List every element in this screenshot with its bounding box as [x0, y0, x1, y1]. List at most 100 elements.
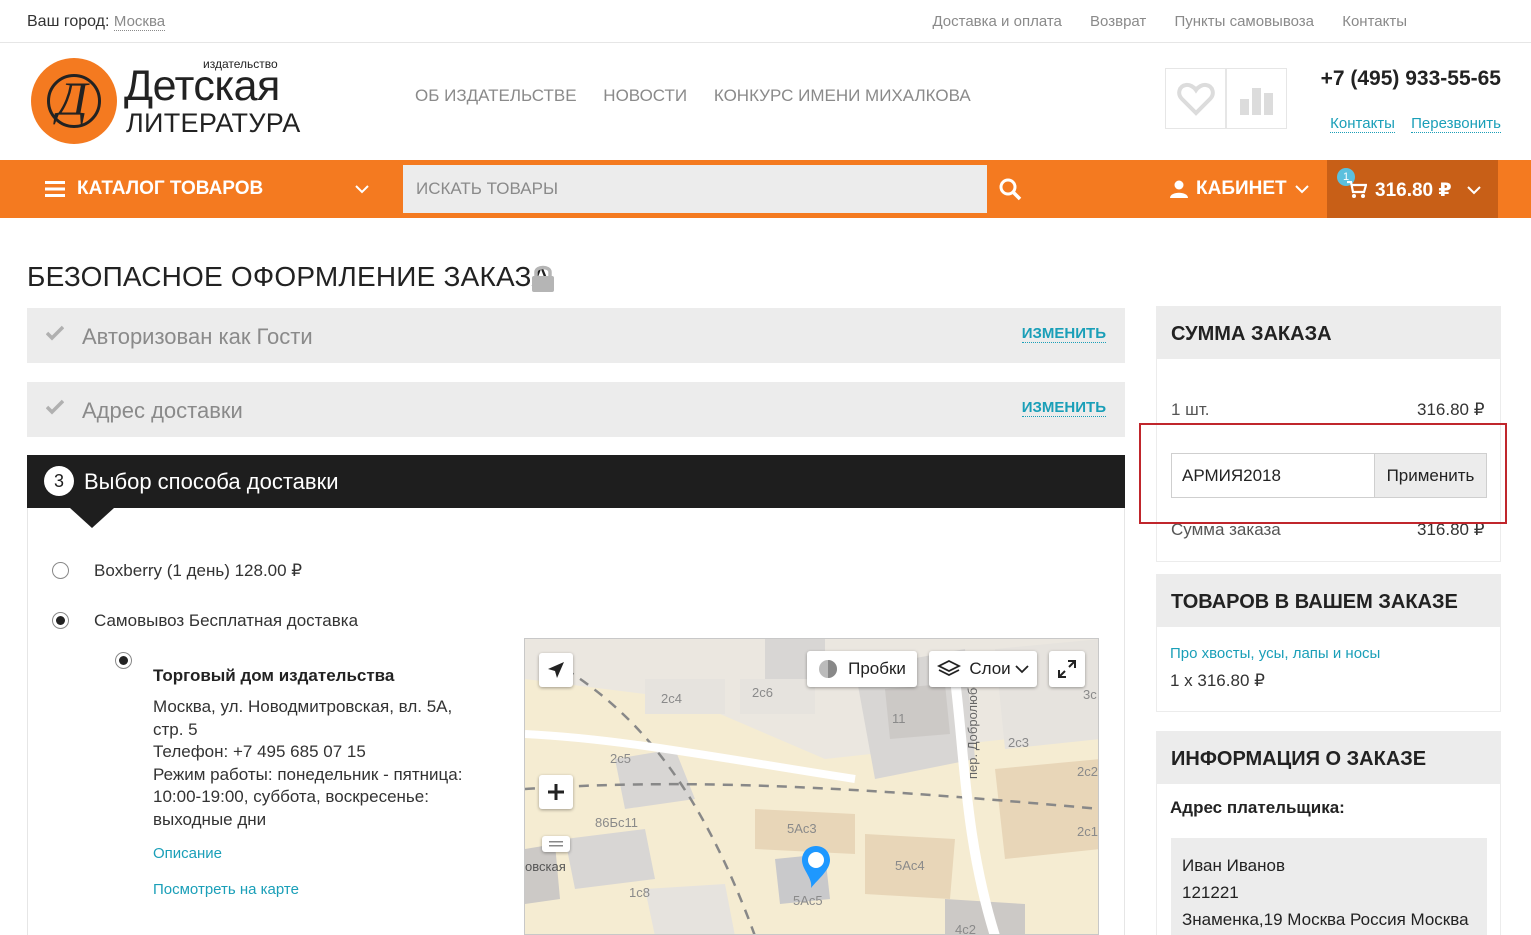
sum-qty-value: 316.80 ₽ — [1417, 400, 1485, 419]
step-address-label: Адрес доставки — [82, 398, 243, 423]
radio-store[interactable] — [115, 652, 132, 669]
map-label: 11 — [892, 711, 906, 726]
order-items-title: ТОВАРОВ В ВАШЕМ ЗАКАЗЕ — [1157, 575, 1500, 627]
top-link-return[interactable]: Возврат — [1090, 13, 1146, 30]
chevron-down-icon — [1015, 665, 1029, 674]
step-delivery-label: Выбор способа доставки — [84, 469, 339, 494]
logo-subtitle: ЛИТЕРАТУРА — [126, 108, 301, 138]
map-label: 1с8 — [629, 885, 650, 900]
page-title: БЕЗОПАСНОЕ ОФОРМЛЕНИЕ ЗАКАЗА — [27, 261, 551, 292]
nav-about[interactable]: ОБ ИЗДАТЕЛЬСТВЕ — [415, 86, 577, 105]
search-input[interactable] — [403, 165, 987, 213]
payer-address-box: Иван Иванов 121221 Знаменка,19 Москва Ро… — [1171, 838, 1487, 935]
logo-emblem[interactable]: Д — [31, 58, 117, 144]
store-address: Москва, ул. Новодмитровская, вл. 5А, стр… — [153, 697, 453, 739]
expand-icon — [1058, 660, 1076, 678]
payer-zip: 121221 — [1182, 883, 1239, 902]
top-bar: Ваш город: Москва Доставка и оплата Возв… — [0, 0, 1531, 43]
step-auth-label: Авторизован как Гости — [82, 324, 313, 349]
logo-title[interactable]: Детская — [124, 62, 280, 110]
map-label: 2с2 — [1077, 764, 1098, 779]
option-pickup-label[interactable]: Самовывоз Бесплатная доставка — [94, 611, 358, 631]
store-name: Торговый дом издательства — [153, 666, 395, 685]
map-label: 5Ас5 — [793, 893, 823, 908]
top-link-pickup[interactable]: Пункты самовывоза — [1174, 13, 1314, 30]
top-link-contacts[interactable]: Контакты — [1342, 13, 1407, 30]
bar-chart-icon — [1239, 87, 1273, 115]
nav-contest[interactable]: КОНКУРС ИМЕНИ МИХАЛКОВА — [714, 86, 971, 105]
step-address-change-link[interactable]: ИЗМЕНИТЬ — [1021, 399, 1106, 417]
option-boxberry-label[interactable]: Boxberry (1 день) 128.00 ₽ — [94, 561, 302, 581]
zoom-slider-handle[interactable] — [542, 836, 570, 852]
order-sum-title: СУММА ЗАКАЗА — [1157, 307, 1500, 359]
city-label: Ваш город: — [27, 13, 110, 30]
pickup-map[interactable]: 2с4 2с6 11 2с3 2с5 5Ас3 5Ас4 5Ас5 86Бс11… — [524, 638, 1099, 935]
heart-icon — [1176, 82, 1215, 116]
coupon-input[interactable] — [1171, 453, 1375, 498]
payer-address-label: Адрес плательщика: — [1170, 798, 1345, 817]
contacts-link[interactable]: Контакты — [1330, 115, 1395, 133]
description-link[interactable]: Описание — [153, 845, 222, 862]
map-label: 5Ас4 — [895, 858, 925, 873]
traffic-label: Пробки — [848, 659, 906, 678]
lock-icon — [532, 265, 554, 292]
checkout-step-auth: Авторизован как Гости ИЗМЕНИТЬ — [27, 308, 1125, 363]
layers-button[interactable]: Слои — [929, 651, 1037, 687]
search-button[interactable] — [987, 165, 1033, 213]
catalog-bar: КАТАЛОГ ТОВАРОВ КАБИНЕТ 1 316.80 ₽ — [0, 160, 1531, 218]
compare-button[interactable] — [1226, 68, 1287, 129]
plus-icon — [548, 784, 564, 800]
chevron-down-icon — [1467, 186, 1481, 195]
cart-button[interactable]: 1 316.80 ₽ — [1327, 160, 1498, 218]
store-hours: Режим работы: понедельник - пятница: 10:… — [153, 764, 463, 829]
map-label: 2с4 — [661, 691, 682, 706]
favorites-button[interactable] — [1165, 68, 1226, 129]
checkout-step-address: Адрес доставки ИЗМЕНИТЬ — [27, 382, 1125, 437]
radio-pickup[interactable] — [52, 612, 69, 629]
order-info-title: ИНФОРМАЦИЯ О ЗАКАЗЕ — [1157, 732, 1500, 784]
checkmark-icon — [46, 399, 64, 415]
header-links: Контакты Перезвонить — [1318, 115, 1501, 133]
traffic-icon — [819, 660, 838, 678]
geolocation-button[interactable] — [539, 653, 573, 687]
callback-link[interactable]: Перезвонить — [1411, 115, 1501, 133]
map-pin-icon[interactable] — [799, 844, 833, 890]
cabinet-button[interactable]: КАБИНЕТ — [1170, 178, 1309, 200]
top-link-delivery[interactable]: Доставка и оплата — [932, 13, 1061, 30]
radio-boxberry[interactable] — [52, 562, 69, 579]
order-item-qty: 1 x 316.80 ₽ — [1170, 671, 1265, 690]
search-icon — [999, 178, 1022, 201]
street-label: овская — [525, 859, 566, 874]
grip-icon — [549, 841, 563, 847]
fullscreen-button[interactable] — [1049, 651, 1085, 687]
phone-number[interactable]: +7 (495) 933-55-65 — [1321, 67, 1501, 91]
view-on-map-link[interactable]: Посмотреть на карте — [153, 881, 299, 898]
map-label: 86Бс11 — [595, 815, 638, 830]
city-selector[interactable]: Ваш город: Москва — [27, 13, 166, 31]
map-label: 2с3 — [1008, 735, 1029, 750]
logo-letter-icon: Д — [57, 73, 88, 126]
traffic-button[interactable]: Пробки — [807, 651, 917, 687]
user-icon — [1170, 180, 1188, 198]
layers-label: Слои — [969, 659, 1011, 678]
payer-name: Иван Иванов — [1182, 856, 1286, 875]
step-number: 3 — [44, 466, 74, 496]
hamburger-icon — [45, 181, 65, 197]
cabinet-label: КАБИНЕТ — [1196, 178, 1287, 199]
step-auth-change-link[interactable]: ИЗМЕНИТЬ — [1021, 325, 1106, 343]
nav-news[interactable]: НОВОСТИ — [603, 86, 687, 105]
catalog-menu-button[interactable]: КАТАЛОГ ТОВАРОВ — [45, 178, 369, 200]
apply-coupon-button[interactable]: Применить — [1374, 453, 1487, 498]
order-item-link[interactable]: Про хвосты, усы, лапы и носы — [1170, 645, 1380, 662]
map-label: 3с — [1083, 687, 1097, 702]
top-links: Доставка и оплата Возврат Пункты самовыв… — [908, 13, 1407, 30]
zoom-in-button[interactable] — [539, 775, 573, 809]
sum-qty-label: 1 шт. — [1171, 400, 1210, 419]
order-items-panel: ТОВАРОВ В ВАШЕМ ЗАКАЗЕ — [1156, 574, 1501, 712]
store-phone: Телефон: +7 495 685 07 15 — [153, 742, 366, 761]
cart-amount: 316.80 ₽ — [1375, 180, 1452, 201]
map-label: 4с2 — [955, 922, 976, 935]
map-label: 2с5 — [610, 751, 631, 766]
city-value[interactable]: Москва — [113, 13, 166, 31]
payer-street: Знаменка,19 Москва Россия Москва — [1182, 910, 1469, 929]
